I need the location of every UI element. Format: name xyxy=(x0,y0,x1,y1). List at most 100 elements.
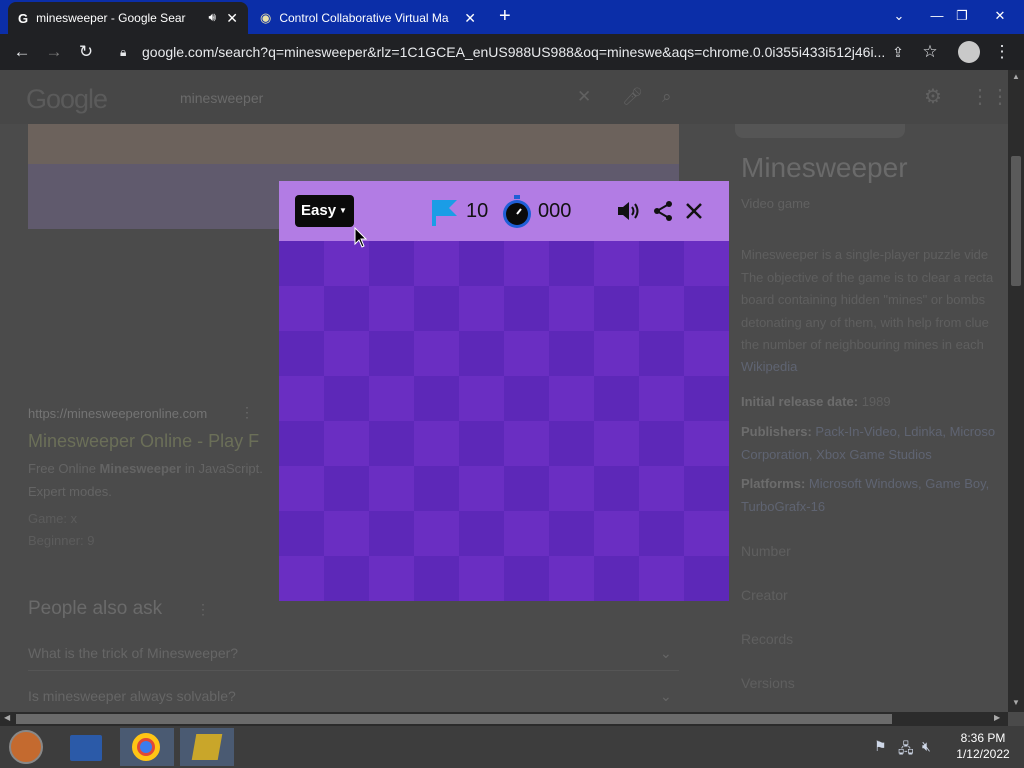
board-cell[interactable] xyxy=(639,556,684,601)
board-cell[interactable] xyxy=(279,286,324,331)
board-cell[interactable] xyxy=(639,241,684,286)
board-cell[interactable] xyxy=(324,511,369,556)
taskbar-clock[interactable]: 8:36 PM 1/12/2022 xyxy=(950,730,1016,762)
mic-icon[interactable]: 🎤︎ xyxy=(622,87,644,107)
board-cell[interactable] xyxy=(594,241,639,286)
paa-question[interactable]: Is minesweeper always solvable? xyxy=(28,688,236,704)
reload-icon[interactable]: ↻ xyxy=(74,40,98,64)
board-cell[interactable] xyxy=(459,331,504,376)
chevron-down-icon[interactable]: ⌄ xyxy=(660,645,672,662)
board-cell[interactable] xyxy=(324,466,369,511)
difficulty-dropdown[interactable]: Easy ▼ xyxy=(295,195,354,227)
paa-menu-icon[interactable]: ⋮ xyxy=(196,601,210,618)
board-cell[interactable] xyxy=(684,466,729,511)
board-cell[interactable] xyxy=(369,286,414,331)
board-cell[interactable] xyxy=(459,376,504,421)
scrollbar-thumb[interactable] xyxy=(1011,156,1021,286)
board-cell[interactable] xyxy=(369,241,414,286)
scroll-down-icon[interactable]: ▼ xyxy=(1012,698,1020,707)
kp-section-creator[interactable]: Creator xyxy=(741,587,788,603)
platforms-value[interactable]: Microsoft Windows, Game Boy, xyxy=(809,476,989,491)
board-cell[interactable] xyxy=(639,511,684,556)
action-center-flag-icon[interactable]: ⚑ xyxy=(874,738,887,755)
wikipedia-link[interactable]: Wikipedia xyxy=(741,359,797,374)
board-cell[interactable] xyxy=(414,421,459,466)
board-cell[interactable] xyxy=(324,331,369,376)
board-cell[interactable] xyxy=(594,511,639,556)
scroll-right-icon[interactable]: ▶ xyxy=(994,713,1000,722)
horizontal-scrollbar[interactable]: ◀ ▶ xyxy=(0,712,1008,726)
board-cell[interactable] xyxy=(414,466,459,511)
kp-section-versions[interactable]: Versions xyxy=(741,675,795,691)
maximize-button[interactable]: ❐ xyxy=(947,4,977,28)
board-cell[interactable] xyxy=(279,331,324,376)
board-cell[interactable] xyxy=(369,376,414,421)
tab-minesweeper[interactable]: G minesweeper - Google Search 🔊︎ ✕ xyxy=(8,2,248,34)
board-cell[interactable] xyxy=(369,511,414,556)
board-cell[interactable] xyxy=(684,421,729,466)
board-cell[interactable] xyxy=(504,556,549,601)
board-cell[interactable] xyxy=(549,286,594,331)
board-cell[interactable] xyxy=(639,376,684,421)
clear-search-icon[interactable]: ✕ xyxy=(577,87,591,107)
board-cell[interactable] xyxy=(504,376,549,421)
vertical-scrollbar[interactable]: ▲ ▼ xyxy=(1008,70,1024,712)
board-cell[interactable] xyxy=(414,241,459,286)
close-window-button[interactable]: ✕ xyxy=(985,4,1015,28)
menu-dots-icon[interactable]: ⋮ xyxy=(990,40,1014,64)
board-cell[interactable] xyxy=(459,556,504,601)
board-cell[interactable] xyxy=(684,376,729,421)
board-cell[interactable] xyxy=(369,556,414,601)
board-cell[interactable] xyxy=(549,511,594,556)
audio-icon[interactable]: 🔊︎ xyxy=(208,10,216,25)
board-cell[interactable] xyxy=(594,331,639,376)
board-cell[interactable] xyxy=(324,376,369,421)
google-logo[interactable]: Google xyxy=(26,84,108,115)
apps-grid-icon[interactable]: ⋮⋮ xyxy=(970,84,1008,109)
profile-avatar[interactable] xyxy=(958,41,980,63)
board-cell[interactable] xyxy=(414,556,459,601)
publishers-value-2[interactable]: Corporation, Xbox Game Studios xyxy=(741,447,932,462)
board-cell[interactable] xyxy=(369,466,414,511)
close-tab-icon[interactable]: ✕ xyxy=(464,10,476,27)
board-cell[interactable] xyxy=(459,286,504,331)
board-cell[interactable] xyxy=(279,511,324,556)
board-cell[interactable] xyxy=(594,466,639,511)
board-cell[interactable] xyxy=(684,331,729,376)
board-cell[interactable] xyxy=(324,556,369,601)
board-cell[interactable] xyxy=(594,556,639,601)
result-title[interactable]: Minesweeper Online - Play F xyxy=(28,431,259,452)
board-cell[interactable] xyxy=(279,421,324,466)
board-cell[interactable] xyxy=(594,421,639,466)
board-cell[interactable] xyxy=(504,286,549,331)
sound-icon[interactable] xyxy=(616,199,642,223)
board-cell[interactable] xyxy=(414,511,459,556)
board-cell[interactable] xyxy=(549,376,594,421)
board-cell[interactable] xyxy=(639,466,684,511)
board-cell[interactable] xyxy=(414,331,459,376)
board-cell[interactable] xyxy=(549,421,594,466)
share-page-icon[interactable]: ⇪ xyxy=(886,40,910,64)
tab-search-icon[interactable]: ⌄ xyxy=(884,4,914,28)
close-icon[interactable] xyxy=(683,200,705,222)
close-tab-icon[interactable]: ✕ xyxy=(226,10,238,27)
scrollbar-thumb[interactable] xyxy=(16,714,892,724)
scroll-left-icon[interactable]: ◀ xyxy=(4,713,10,722)
board-cell[interactable] xyxy=(504,511,549,556)
board-cell[interactable] xyxy=(684,286,729,331)
tab-control-collaborative[interactable]: ◉ Control Collaborative Virtual Ma ✕ xyxy=(250,2,486,34)
bookmark-star-icon[interactable]: ☆ xyxy=(918,40,942,64)
taskbar-app-explorer[interactable] xyxy=(60,728,114,766)
board-cell[interactable] xyxy=(684,511,729,556)
forward-icon[interactable]: → xyxy=(42,40,66,64)
board-cell[interactable] xyxy=(279,466,324,511)
board-cell[interactable] xyxy=(639,286,684,331)
board-cell[interactable] xyxy=(324,421,369,466)
board-cell[interactable] xyxy=(594,376,639,421)
result-menu-icon[interactable]: ⋮ xyxy=(240,404,254,421)
publishers-value[interactable]: Pack-In-Video, Ldinka, Microso xyxy=(815,424,995,439)
search-input[interactable]: minesweeper xyxy=(180,90,263,106)
board-cell[interactable] xyxy=(549,556,594,601)
volume-muted-icon[interactable]: 🔇︎ xyxy=(922,738,931,755)
board-cell[interactable] xyxy=(414,286,459,331)
